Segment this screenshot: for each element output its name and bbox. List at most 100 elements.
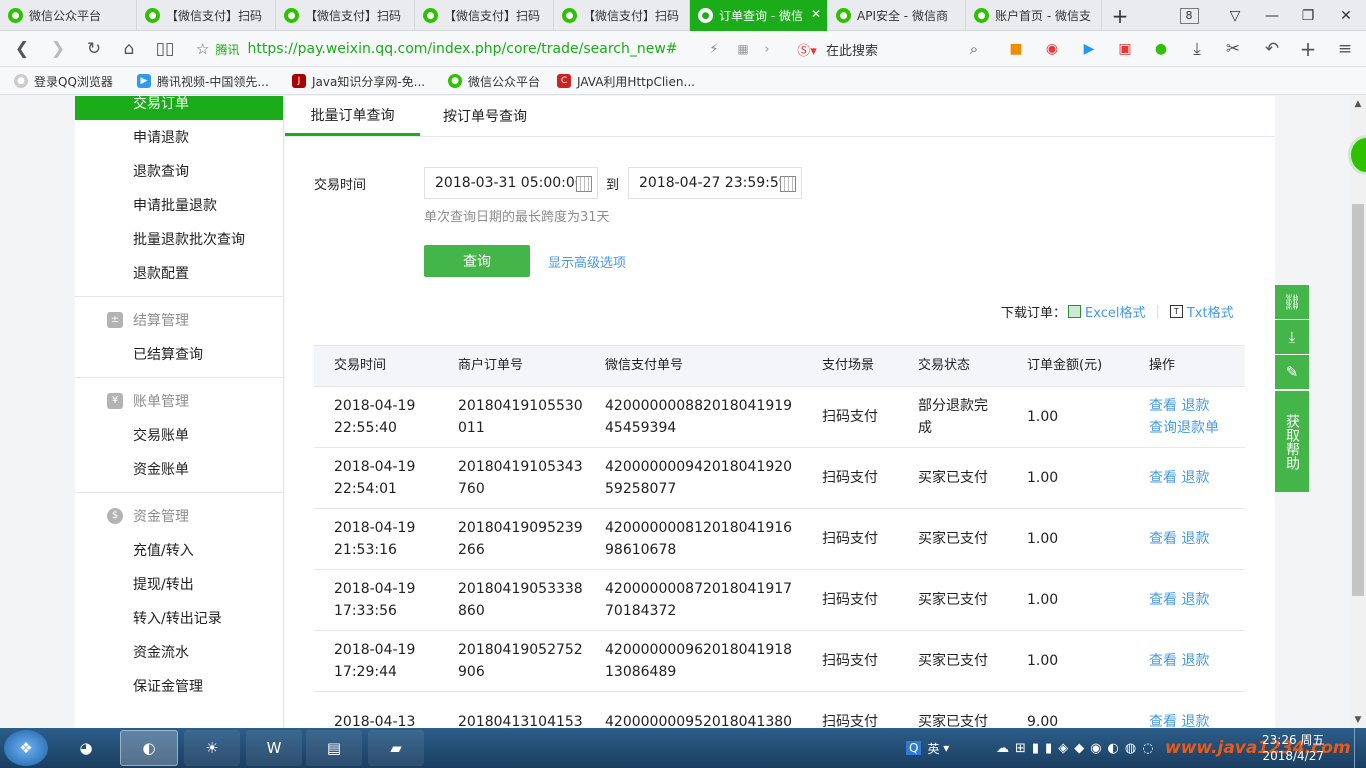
bookmark-item[interactable]: ● 登录QQ浏览器 bbox=[14, 67, 113, 95]
reader-icon[interactable]: ▯▯ bbox=[153, 31, 177, 67]
qq-browser-icon[interactable]: ◐ bbox=[120, 730, 178, 766]
undo-icon[interactable]: ↶ bbox=[1258, 31, 1286, 67]
view-link[interactable]: 查看 bbox=[1149, 711, 1177, 728]
show-desktop-button[interactable] bbox=[1354, 728, 1366, 768]
start-button[interactable]: ❖ bbox=[4, 730, 48, 766]
sidebar-item-settled-query[interactable]: 已结算查询 bbox=[75, 337, 283, 371]
new-tab-button[interactable]: + bbox=[1106, 0, 1134, 31]
refund-link[interactable]: 退款 bbox=[1181, 528, 1209, 550]
tab-count-badge[interactable]: 8 bbox=[1176, 0, 1202, 31]
sidebar-item-recharge[interactable]: 充值/转入 bbox=[75, 533, 283, 567]
address-bar[interactable]: ☆ 腾讯 https://pay.weixin.qq.com/index.php… bbox=[196, 35, 776, 63]
end-date-input[interactable]: 2018-04-27 23:59:59 bbox=[628, 167, 802, 199]
maximize-button[interactable]: ❐ bbox=[1294, 0, 1322, 31]
refund-link[interactable]: 退款 bbox=[1181, 398, 1209, 414]
bookmark-item[interactable]: ● 微信公众平台 bbox=[448, 67, 540, 95]
tab-order-number-query[interactable]: 按订单号查询 bbox=[420, 96, 550, 136]
browser-tab[interactable]: ● API安全 - 微信商 bbox=[828, 0, 966, 31]
wechat-icon[interactable]: ● bbox=[1150, 31, 1172, 67]
calendar-icon[interactable] bbox=[576, 176, 592, 192]
scissors-icon[interactable]: ✂ bbox=[1222, 31, 1244, 67]
sidebar-item-apply-refund[interactable]: 申请退款 bbox=[75, 120, 283, 154]
lightning-icon[interactable]: ⚡ bbox=[704, 31, 724, 67]
scrollbar[interactable]: ▲ ▼ bbox=[1350, 96, 1366, 728]
sogou-icon[interactable]: Ⓢ▾ bbox=[794, 31, 820, 67]
sidebar-item-withdraw[interactable]: 提现/转出 bbox=[75, 567, 283, 601]
star-icon[interactable]: ☆ bbox=[196, 40, 209, 58]
photo-app-icon[interactable]: ◕ bbox=[60, 730, 112, 766]
refund-query-link[interactable]: 查询退款单 bbox=[1149, 417, 1219, 439]
coupon-icon[interactable]: ▣ bbox=[1114, 31, 1136, 67]
refund-link[interactable]: 退款 bbox=[1181, 711, 1209, 728]
bookmark-item[interactable]: C JAVA利用HttpClien... bbox=[557, 67, 695, 95]
excel-download-link[interactable]: Excel格式 bbox=[1085, 302, 1145, 321]
tab-batch-order-query[interactable]: 批量订单查询 bbox=[285, 96, 420, 136]
search-icon[interactable]: ⌕ bbox=[963, 31, 985, 67]
shield-icon[interactable]: ▽ bbox=[1222, 0, 1248, 31]
eclipse-icon[interactable]: ☀ bbox=[184, 730, 240, 766]
browser-tab[interactable]: ● 【微信支付】扫码 bbox=[415, 0, 554, 31]
refund-link[interactable]: 退款 bbox=[1181, 589, 1209, 611]
bookmark-item[interactable]: J Java知识分享网-免... bbox=[292, 67, 425, 95]
video-icon[interactable]: ■ bbox=[1005, 31, 1027, 67]
clock[interactable]: 23:26 周五 2018/4/27 bbox=[1262, 728, 1324, 768]
minimize-button[interactable]: — bbox=[1258, 0, 1286, 31]
browser-tab[interactable]: ● 账户首页 - 微信支 bbox=[966, 0, 1102, 31]
sidebar-item-trade-bill[interactable]: 交易账单 bbox=[75, 418, 283, 452]
forward-icon[interactable]: ❯ bbox=[46, 31, 70, 67]
scrollbar-thumb[interactable] bbox=[1352, 204, 1364, 596]
grid-icon[interactable]: ▦ bbox=[733, 31, 753, 67]
refund-link[interactable]: 退款 bbox=[1181, 650, 1209, 672]
scroll-up-icon[interactable]: ▲ bbox=[1350, 96, 1366, 112]
browser-tab-active[interactable]: ● 订单查询 - 微信 ✕ bbox=[690, 0, 828, 31]
word-icon[interactable]: W bbox=[246, 730, 302, 766]
bookmark-item[interactable]: ▶ 腾讯视频-中国领先... bbox=[137, 67, 269, 95]
query-button[interactable]: 查询 bbox=[424, 245, 530, 277]
browser-tab[interactable]: ● 微信公众平台 bbox=[0, 0, 137, 31]
sidebar-item-trade-orders[interactable]: 交易订单 bbox=[75, 96, 283, 120]
sidebar-item-transfer-records[interactable]: 转入/转出记录 bbox=[75, 601, 283, 635]
refund-link[interactable]: 退款 bbox=[1181, 467, 1209, 489]
play-icon[interactable]: ▶ bbox=[1078, 31, 1100, 67]
sidebar-item-deposit-management[interactable]: 保证金管理 bbox=[75, 669, 283, 703]
sidebar-item-refund-config[interactable]: 退款配置 bbox=[75, 256, 283, 290]
browser-tab[interactable]: ● 【微信支付】扫码 bbox=[137, 0, 276, 31]
link-icon[interactable]: ⛓ bbox=[1275, 285, 1309, 319]
view-link[interactable]: 查看 bbox=[1149, 650, 1177, 672]
notes-icon[interactable]: ▰ bbox=[368, 730, 424, 766]
file-explorer-icon[interactable]: ▤ bbox=[306, 730, 362, 766]
download-icon[interactable]: ⤓ bbox=[1275, 320, 1309, 354]
calendar-icon[interactable] bbox=[780, 176, 796, 192]
screenshot-icon[interactable]: ◉ bbox=[1041, 31, 1063, 67]
start-date-input[interactable]: 2018-03-31 05:00:00 bbox=[424, 167, 598, 199]
sidebar-item-fund-flow[interactable]: 资金流水 bbox=[75, 635, 283, 669]
edit-icon[interactable]: ✎ bbox=[1275, 355, 1309, 389]
chevron-right-icon[interactable]: › bbox=[757, 31, 777, 67]
close-icon[interactable]: ✕ bbox=[811, 7, 821, 21]
url-site-label: 腾讯 bbox=[215, 42, 240, 57]
system-tray-icons[interactable]: ☁⊞▮▮◈◆◉◐◍◌ bbox=[996, 728, 1160, 768]
txt-download-link[interactable]: Txt格式 bbox=[1187, 302, 1234, 321]
get-help-button[interactable]: 获取帮助 bbox=[1275, 391, 1309, 492]
scroll-down-icon[interactable]: ▼ bbox=[1350, 712, 1366, 728]
view-link[interactable]: 查看 bbox=[1149, 398, 1177, 414]
browser-tab[interactable]: ● 【微信支付】扫码 bbox=[276, 0, 415, 31]
home-icon[interactable]: ⌂ bbox=[117, 31, 141, 67]
sidebar-item-fund-bill[interactable]: 资金账单 bbox=[75, 452, 283, 486]
view-link[interactable]: 查看 bbox=[1149, 528, 1177, 550]
sidebar-item-batch-refund-query[interactable]: 批量退款批次查询 bbox=[75, 222, 283, 256]
close-window-button[interactable]: ✕ bbox=[1332, 0, 1360, 31]
sidebar-item-refund-query[interactable]: 退款查询 bbox=[75, 154, 283, 188]
add-icon[interactable]: + bbox=[1297, 31, 1319, 67]
browser-tab[interactable]: ● 【微信支付】扫码 bbox=[554, 0, 690, 31]
download-icon[interactable]: ⤓ bbox=[1186, 31, 1208, 67]
ime-indicator[interactable]: Q英 ▾ bbox=[906, 728, 949, 768]
advanced-options-link[interactable]: 显示高级选项 bbox=[548, 252, 626, 271]
view-link[interactable]: 查看 bbox=[1149, 589, 1177, 611]
view-link[interactable]: 查看 bbox=[1149, 467, 1177, 489]
back-icon[interactable]: ❮ bbox=[10, 31, 34, 67]
sidebar-item-batch-refund[interactable]: 申请批量退款 bbox=[75, 188, 283, 222]
search-input[interactable]: 在此搜索 bbox=[826, 31, 878, 67]
reload-icon[interactable]: ↻ bbox=[82, 31, 106, 67]
menu-icon[interactable]: ≡ bbox=[1333, 31, 1357, 67]
